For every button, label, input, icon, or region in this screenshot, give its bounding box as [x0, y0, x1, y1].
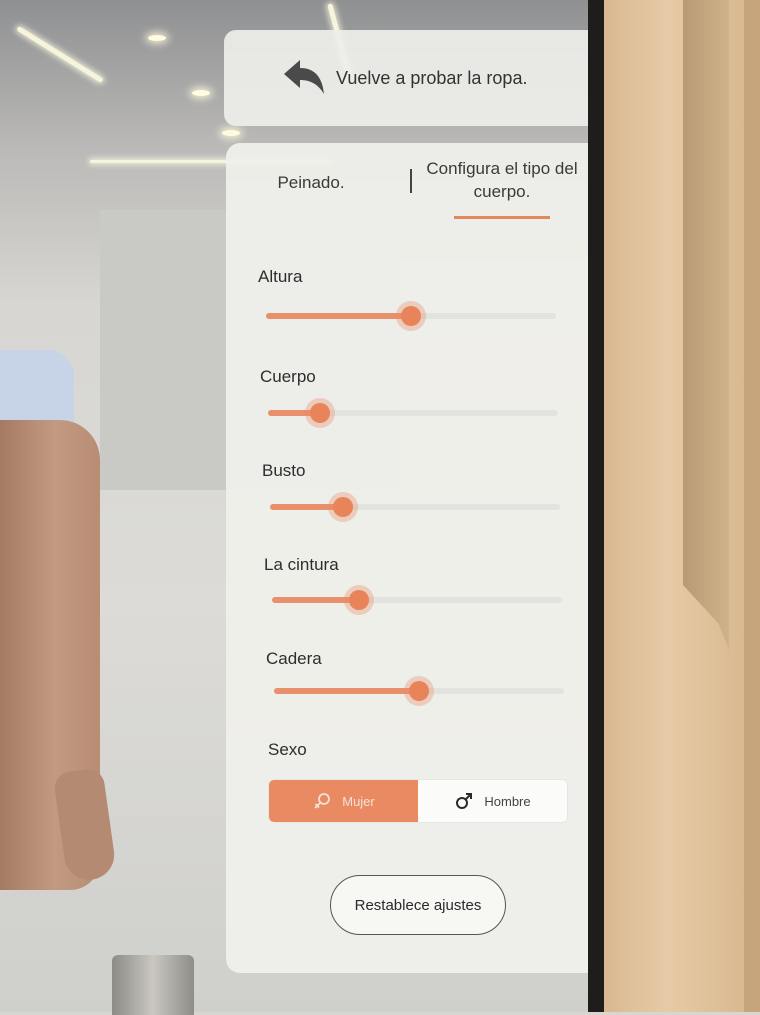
- gender-female-button[interactable]: Mujer: [269, 780, 418, 822]
- door-frame-inset: [683, 0, 729, 650]
- reset-settings-button[interactable]: Restablece ajustes: [330, 875, 506, 935]
- slider-fill: [274, 688, 419, 694]
- back-arrow-icon[interactable]: [280, 54, 326, 100]
- ceiling-spot-light: [148, 35, 166, 41]
- slider-fill: [266, 313, 411, 319]
- ceiling-spot-light: [192, 90, 210, 96]
- slider-label-bust: Busto: [262, 461, 306, 480]
- slider-label-hip: Cadera: [266, 649, 322, 668]
- floor-object: [112, 955, 194, 1015]
- active-tab-indicator: [454, 216, 550, 219]
- slider-hip[interactable]: [274, 673, 564, 709]
- tab-hairstyle[interactable]: Peinado.: [256, 173, 366, 193]
- slider-label-height: Altura: [258, 267, 303, 286]
- body-settings-panel: Peinado. Configura el tipo del cuerpo. A…: [226, 143, 588, 973]
- slider-bust[interactable]: [270, 489, 560, 525]
- tab-body-type-line1: Configura el tipo del: [426, 159, 578, 178]
- gender-toggle: Mujer Hombre: [268, 779, 568, 823]
- slider-thumb[interactable]: [344, 585, 374, 615]
- gender-male-label: Hombre: [484, 793, 531, 809]
- slider-body[interactable]: [268, 395, 558, 431]
- back-to-clothes-link[interactable]: Vuelve a probar la ropa.: [336, 68, 527, 89]
- mirror-frame-edge: [588, 0, 604, 1012]
- ceiling-spot-light: [222, 130, 240, 136]
- slider-thumb[interactable]: [396, 301, 426, 331]
- door-frame-edge: [744, 0, 760, 1012]
- male-symbol-icon: [456, 793, 473, 809]
- slider-thumb[interactable]: [404, 676, 434, 706]
- slider-thumb[interactable]: [327, 492, 358, 522]
- female-symbol-icon: [314, 793, 331, 809]
- slider-waist[interactable]: [272, 582, 562, 618]
- tab-body-type[interactable]: Configura el tipo del cuerpo.: [412, 157, 592, 203]
- slider-thumb[interactable]: [305, 398, 336, 428]
- gender-label: Sexo: [268, 740, 307, 759]
- slider-height[interactable]: [266, 298, 556, 334]
- gender-male-button[interactable]: Hombre: [418, 780, 567, 822]
- gender-female-label: Mujer: [342, 793, 375, 809]
- slider-label-body: Cuerpo: [260, 367, 316, 386]
- tab-body-type-line2: cuerpo.: [473, 182, 531, 201]
- slider-label-waist: La cintura: [264, 555, 339, 574]
- wooden-door-frame: [604, 0, 760, 1012]
- back-panel: Vuelve a probar la ropa.: [224, 30, 588, 126]
